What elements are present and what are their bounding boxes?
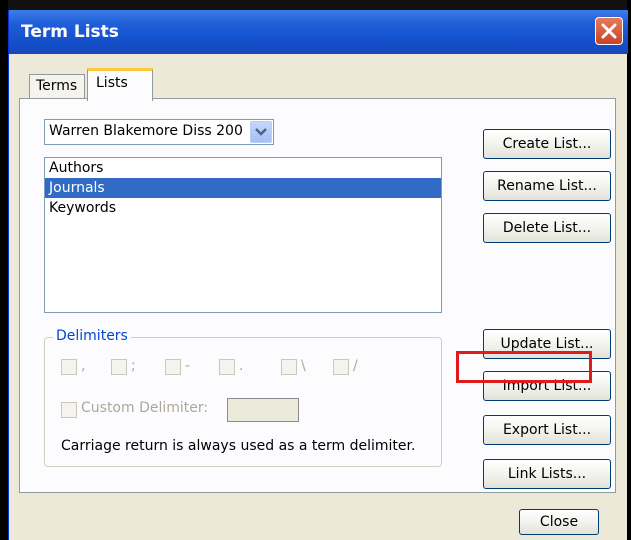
- custom-delimiter-checkbox[interactable]: [61, 402, 77, 418]
- library-select[interactable]: Warren Blakemore Diss 200: [44, 119, 274, 145]
- list-item-journals[interactable]: Journals: [45, 178, 441, 198]
- carriage-return-note: Carriage return is always used as a term…: [61, 438, 416, 454]
- checkbox-box: [111, 359, 127, 375]
- term-lists-dialog: Term Lists Terms Lists Warren Blakemore …: [8, 10, 628, 540]
- custom-delimiter-label: Custom Delimiter:: [81, 400, 209, 416]
- term-list-listbox[interactable]: Authors Journals Keywords: [44, 157, 442, 313]
- tab-lists-label: Lists: [96, 75, 128, 91]
- checkbox-label: -: [185, 358, 191, 374]
- checkbox-box: [333, 359, 349, 375]
- checkbox-box: [165, 359, 181, 375]
- screenshot-frame: Term Lists Terms Lists Warren Blakemore …: [0, 0, 631, 540]
- delimiter-slash-checkbox[interactable]: /: [333, 358, 383, 378]
- list-item-label: Journals: [49, 180, 105, 196]
- list-item-label: Authors: [49, 160, 104, 176]
- delimiter-comma-checkbox[interactable]: ,: [61, 358, 111, 378]
- list-item-keywords[interactable]: Keywords: [45, 198, 441, 218]
- custom-delimiter-input[interactable]: [227, 398, 299, 422]
- link-lists-button[interactable]: Link Lists...: [483, 459, 611, 489]
- delete-list-button[interactable]: Delete List...: [483, 213, 611, 243]
- background-window-strip: [0, 0, 631, 10]
- delimiter-hyphen-checkbox[interactable]: -: [165, 358, 215, 378]
- tab-terms-label: Terms: [36, 78, 78, 94]
- checkbox-box: [61, 359, 77, 375]
- left-border: [0, 0, 8, 540]
- delimiter-period-checkbox[interactable]: .: [219, 358, 269, 378]
- custom-delimiter-row: Custom Delimiter:: [61, 398, 361, 422]
- checkbox-label: \: [301, 358, 306, 374]
- close-icon: [601, 23, 617, 39]
- list-item-label: Keywords: [49, 200, 117, 216]
- delimiters-legend: Delimiters: [53, 328, 131, 344]
- tab-lists[interactable]: Lists: [87, 68, 153, 101]
- close-button[interactable]: Close: [519, 509, 599, 535]
- checkbox-box: [281, 359, 297, 375]
- lists-tab-panel: Warren Blakemore Diss 200 Authors Journa…: [19, 98, 616, 493]
- tab-strip: Terms Lists: [19, 64, 619, 101]
- list-item-authors[interactable]: Authors: [45, 158, 441, 178]
- tab-terms[interactable]: Terms: [29, 74, 85, 100]
- export-list-button[interactable]: Export List...: [483, 415, 611, 445]
- checkbox-box: [219, 359, 235, 375]
- import-button-highlight: [456, 351, 592, 383]
- create-list-button[interactable]: Create List...: [483, 129, 611, 159]
- checkbox-label: /: [353, 358, 358, 374]
- delimiter-backslash-checkbox[interactable]: \: [281, 358, 331, 378]
- library-select-value: Warren Blakemore Diss 200: [49, 123, 243, 139]
- rename-list-button[interactable]: Rename List...: [483, 171, 611, 201]
- delimiter-semicolon-checkbox[interactable]: ;: [111, 358, 161, 378]
- close-window-button[interactable]: [595, 17, 623, 45]
- delimiters-group: Delimiters , ; - . \ / Custom Delimiter:…: [44, 328, 442, 467]
- checkbox-label: ,: [81, 358, 86, 374]
- checkbox-label: ;: [131, 358, 136, 374]
- dropdown-button[interactable]: [250, 121, 272, 143]
- dialog-title: Term Lists: [21, 22, 119, 42]
- chevron-down-icon: [255, 128, 267, 136]
- title-bar: Term Lists: [9, 10, 628, 54]
- delimiter-checkbox-row: , ; - . \ /: [61, 358, 431, 378]
- right-border: [627, 0, 631, 540]
- checkbox-label: .: [239, 358, 244, 374]
